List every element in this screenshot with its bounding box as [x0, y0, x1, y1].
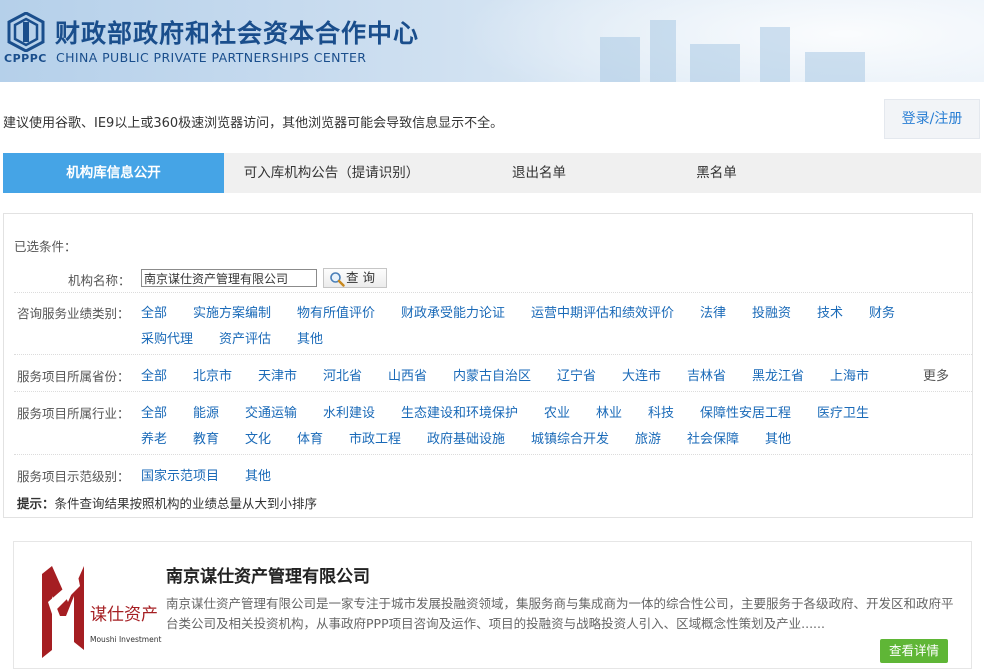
divider	[14, 292, 972, 293]
header-building-decor	[760, 27, 790, 82]
site-title: 财政部政府和社会资本合作中心	[55, 19, 420, 48]
demo-level-option[interactable]: 国家示范项目	[141, 465, 219, 484]
category-option[interactable]: 其他	[297, 328, 323, 347]
industry-option[interactable]: 水利建设	[323, 402, 375, 421]
province-option[interactable]: 全部	[141, 365, 167, 384]
company-logo-en: Moushi Investment	[90, 635, 161, 644]
industry-label: 服务项目所属行业：	[17, 406, 130, 421]
tab-bar: 机构库信息公开 可入库机构公告（提请识别） 退出名单 黑名单	[3, 153, 981, 193]
browser-notice: 建议使用谷歌、IE9以上或360极速浏览器访问，其他浏览器可能会导致信息显示不全…	[3, 116, 504, 131]
province-option[interactable]: 上海市	[830, 365, 869, 384]
category-option[interactable]: 采购代理	[141, 328, 193, 347]
province-option[interactable]: 天津市	[258, 365, 297, 384]
category-option[interactable]: 投融资	[752, 302, 791, 321]
site-subtitle: CHINA PUBLIC PRIVATE PARTNERSHIPS CENTER	[56, 50, 367, 65]
tab-blacklist[interactable]: 黑名单	[639, 153, 794, 193]
company-logo: 谋仕资产 Moushi Investment	[42, 566, 161, 658]
category-label: 咨询服务业绩类别：	[17, 306, 130, 321]
industry-option[interactable]: 保障性安居工程	[700, 402, 791, 421]
header-building-decor	[690, 44, 740, 82]
industry-option[interactable]: 城镇综合开发	[531, 428, 609, 447]
industry-option[interactable]: 林业	[596, 402, 622, 421]
industry-option[interactable]: 养老	[141, 428, 167, 447]
site-header: CPPPC 财政部政府和社会资本合作中心 CHINA PUBLIC PRIVAT…	[0, 0, 984, 82]
province-option[interactable]: 北京市	[193, 365, 232, 384]
category-option[interactable]: 物有所值评价	[297, 302, 375, 321]
province-option[interactable]: 山西省	[388, 365, 427, 384]
search-button-label: 查 询	[346, 270, 375, 285]
province-more-link[interactable]: 更多	[923, 365, 949, 384]
divider	[14, 454, 972, 455]
industry-option[interactable]: 教育	[193, 428, 219, 447]
industry-option[interactable]: 医疗卫生	[817, 402, 869, 421]
category-option[interactable]: 运营中期评估和绩效评价	[531, 302, 674, 321]
header-building-decor	[600, 37, 640, 82]
demo-level-label: 服务项目示范级别：	[17, 469, 130, 484]
industry-option[interactable]: 文化	[245, 428, 271, 447]
logo-text: CPPPC	[4, 52, 47, 65]
province-option[interactable]: 内蒙古自治区	[453, 365, 531, 384]
filter-panel: 已选条件： 机构名称： 查 询 咨询服务业绩类别： 全部 实施方案编制 物有所值…	[3, 213, 973, 518]
divider	[14, 354, 972, 355]
category-option[interactable]: 全部	[141, 302, 167, 321]
tab-admissible-announcement[interactable]: 可入库机构公告（提请识别）	[224, 153, 439, 193]
industry-option[interactable]: 社会保障	[687, 428, 739, 447]
hint-text: 条件查询结果按照机构的业绩总量从大到小排序	[54, 496, 318, 511]
industry-option[interactable]: 市政工程	[349, 428, 401, 447]
province-option[interactable]: 大连市	[622, 365, 661, 384]
category-option[interactable]: 实施方案编制	[193, 302, 271, 321]
view-details-button[interactable]: 查看详情	[880, 639, 948, 663]
province-option[interactable]: 河北省	[323, 365, 362, 384]
province-option[interactable]: 吉林省	[687, 365, 726, 384]
category-option[interactable]: 资产评估	[219, 328, 271, 347]
industry-option[interactable]: 交通运输	[245, 402, 297, 421]
category-option[interactable]: 法律	[700, 302, 726, 321]
cpppc-logo-icon	[7, 12, 45, 52]
header-building-decor	[650, 20, 676, 82]
institution-name-label: 机构名称：	[68, 273, 131, 288]
company-name[interactable]: 南京谋仕资产管理有限公司	[166, 562, 370, 587]
industry-option[interactable]: 科技	[648, 402, 674, 421]
search-icon	[330, 272, 345, 287]
institution-name-input[interactable]	[141, 269, 317, 287]
company-logo-cn: 谋仕资产	[90, 605, 158, 625]
selected-conditions-label: 已选条件：	[14, 239, 77, 254]
province-option[interactable]: 黑龙江省	[752, 365, 804, 384]
category-option[interactable]: 财务	[869, 302, 895, 321]
industry-option[interactable]: 农业	[544, 402, 570, 421]
industry-option[interactable]: 生态建设和环境保护	[401, 402, 518, 421]
demo-level-option[interactable]: 其他	[245, 465, 271, 484]
category-option[interactable]: 技术	[817, 302, 843, 321]
industry-option[interactable]: 旅游	[635, 428, 661, 447]
industry-option[interactable]: 政府基础设施	[427, 428, 505, 447]
industry-option[interactable]: 体育	[297, 428, 323, 447]
header-building-decor	[805, 52, 865, 82]
province-option[interactable]: 辽宁省	[557, 365, 596, 384]
industry-option[interactable]: 能源	[193, 402, 219, 421]
search-button[interactable]: 查 询	[323, 268, 387, 288]
category-option[interactable]: 财政承受能力论证	[401, 302, 505, 321]
company-description: 南京谋仕资产管理有限公司是一家专注于城市发展投融资领域，集服务商与集成商为一体的…	[166, 596, 954, 631]
province-label: 服务项目所属省份：	[17, 369, 130, 384]
login-register-button[interactable]: 登录/注册	[884, 99, 980, 139]
hint-prefix: 提示：	[17, 496, 55, 511]
tab-institution-info[interactable]: 机构库信息公开	[3, 153, 224, 193]
divider	[14, 391, 972, 392]
industry-option[interactable]: 全部	[141, 402, 167, 421]
institution-card: 谋仕资产 Moushi Investment 南京谋仕资产管理有限公司 南京谋仕…	[13, 541, 972, 669]
sort-hint: 提示：条件查询结果按照机构的业绩总量从大到小排序	[17, 493, 317, 512]
industry-option[interactable]: 其他	[765, 428, 791, 447]
tab-exit-list[interactable]: 退出名单	[439, 153, 639, 193]
